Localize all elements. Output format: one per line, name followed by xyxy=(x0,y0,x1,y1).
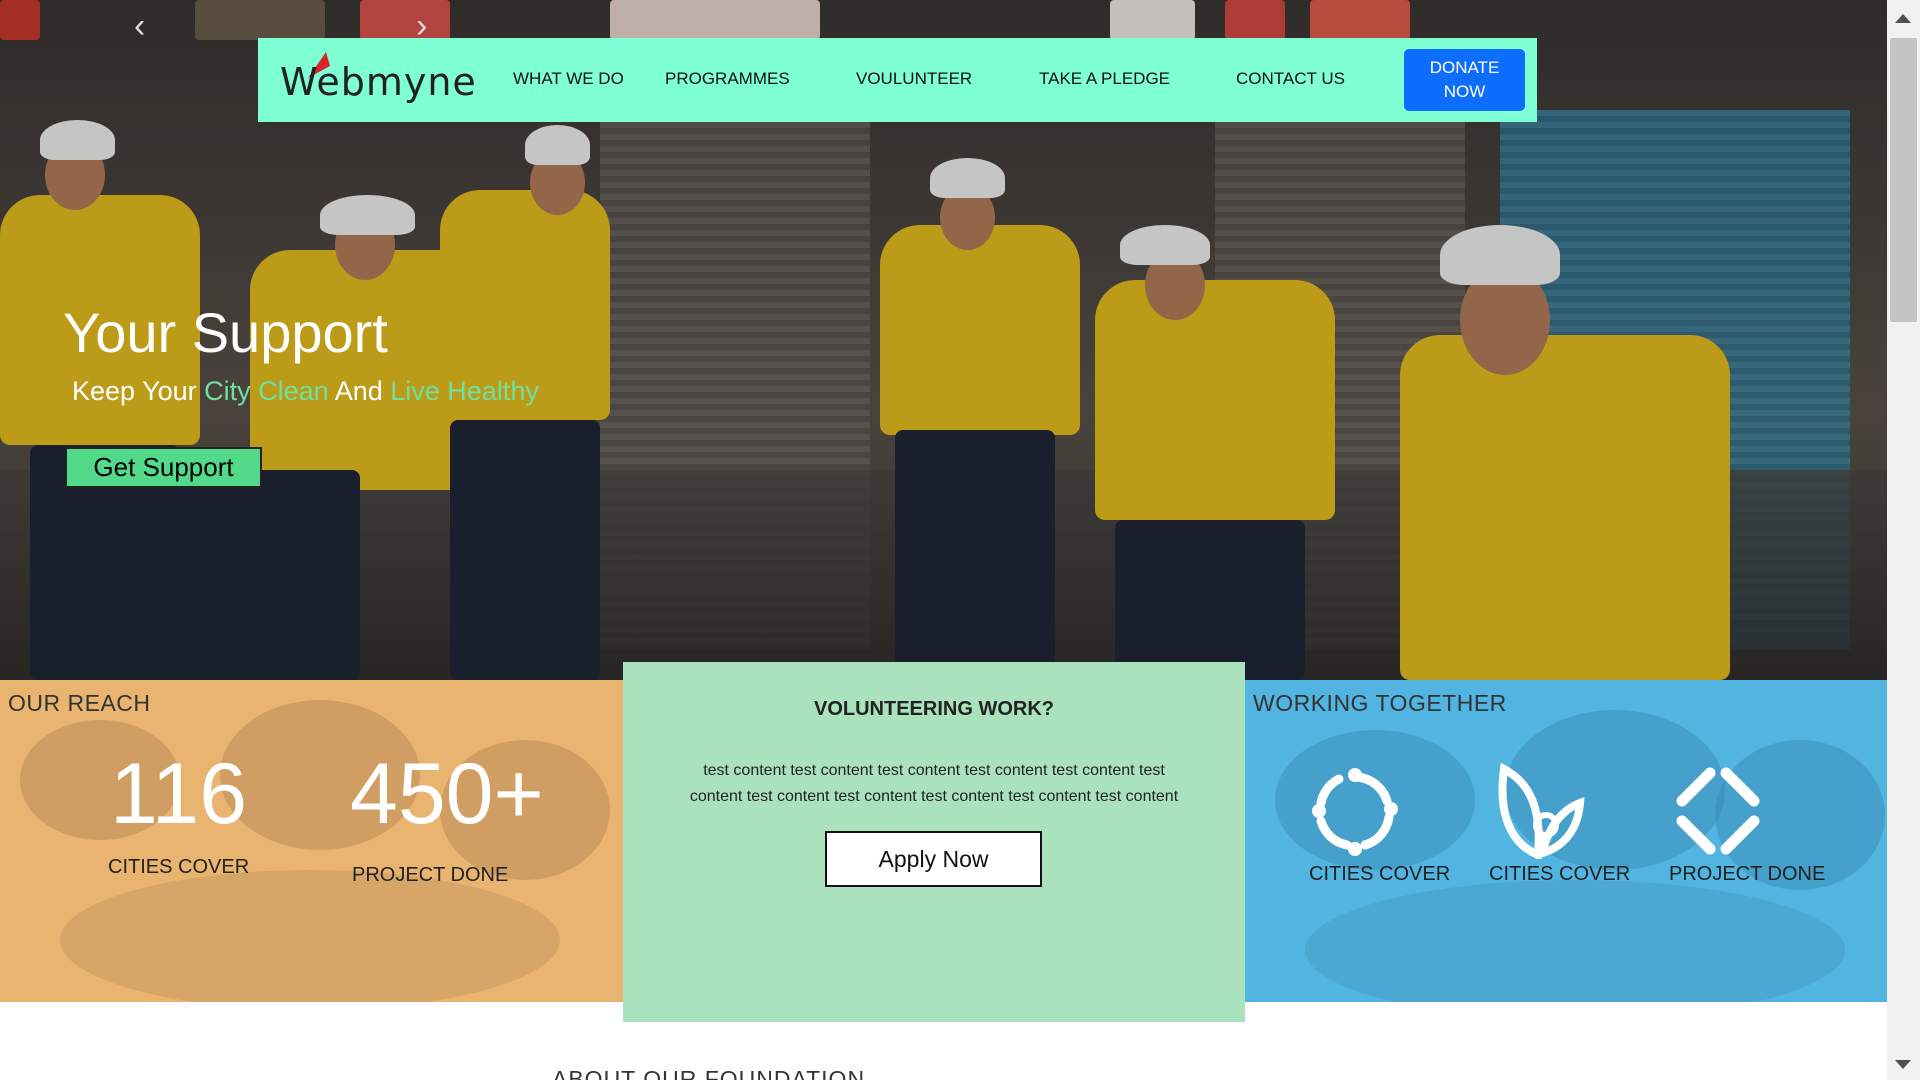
donate-now-button[interactable]: DONATE NOW xyxy=(1404,49,1525,111)
nav-take-a-pledge[interactable]: TAKE A PLEDGE xyxy=(1039,69,1170,89)
cities-label: CITIES COVER xyxy=(108,856,250,878)
crowd-photo-overlay xyxy=(60,870,560,1002)
hero-subtitle-highlight: City Clean xyxy=(204,376,329,406)
page: ‹ › Webmyne WHAT WE DO PROGRAMMES VOULUN… xyxy=(0,0,1887,1080)
vertical-scrollbar[interactable] xyxy=(1887,0,1920,1080)
nav-what-we-do[interactable]: WHAT WE DO xyxy=(513,69,624,89)
hero-subtitle-part: And xyxy=(328,376,391,406)
projects-count: 450+ xyxy=(350,746,544,842)
scrollbar-thumb[interactable] xyxy=(1890,38,1917,322)
scroll-up-arrow-icon[interactable] xyxy=(1895,14,1911,23)
donate-label-line2: NOW xyxy=(1443,82,1486,101)
working-item-label: CITIES COVER xyxy=(1309,863,1451,885)
next-slide-arrow-icon[interactable]: › xyxy=(416,9,440,43)
about-foundation-title: ABOUT OUR FOUNDATION xyxy=(552,1066,866,1080)
apply-now-button[interactable]: Apply Now xyxy=(825,831,1042,887)
crowd-photo-overlay xyxy=(1305,880,1845,1002)
get-support-button[interactable]: Get Support xyxy=(65,447,262,488)
hero-subtitle-highlight: Live Healthy xyxy=(390,376,539,406)
working-item-label: PROJECT DONE xyxy=(1669,863,1826,885)
working-item-label: CITIES COVER xyxy=(1489,863,1631,885)
volunteering-text: test content test content test content t… xyxy=(663,758,1205,810)
nav-programmes[interactable]: PROGRAMMES xyxy=(665,69,790,89)
volunteering-text-line: test content test content test content t… xyxy=(703,762,1165,779)
projects-label: PROJECT DONE xyxy=(352,864,509,886)
volunteering-panel: VOLUNTEERING WORK? test content test con… xyxy=(623,662,1245,1022)
scroll-down-arrow-icon[interactable] xyxy=(1895,1060,1911,1069)
working-together-title: WORKING TOGETHER xyxy=(1253,690,1507,716)
logo-text[interactable]: Webmyne xyxy=(280,60,477,104)
leaf-icon xyxy=(1498,763,1585,859)
nav-volunteer[interactable]: VOULUNTEER xyxy=(856,69,972,89)
hero-subtitle-part: Keep Your xyxy=(72,376,205,406)
donate-label-line1: DONATE xyxy=(1429,58,1500,77)
prev-slide-arrow-icon[interactable]: ‹ xyxy=(134,9,158,43)
circle-people-icon xyxy=(1312,768,1398,856)
volunteering-title: VOLUNTEERING WORK? xyxy=(814,698,1054,720)
cities-count: 116 xyxy=(110,746,248,842)
nav-contact-us[interactable]: CONTACT US xyxy=(1236,69,1345,89)
hero-title: Your Support xyxy=(63,301,388,364)
hero-subtitle: Keep Your City Clean And Live Healthy xyxy=(72,376,539,407)
our-reach-title: OUR REACH xyxy=(8,690,151,716)
volunteering-text-line: content test content test content test c… xyxy=(689,788,1179,805)
top-navigation-bar: Webmyne WHAT WE DO PROGRAMMES VOULUNTEER… xyxy=(258,38,1537,122)
linked-diamond-icon xyxy=(1676,767,1760,855)
